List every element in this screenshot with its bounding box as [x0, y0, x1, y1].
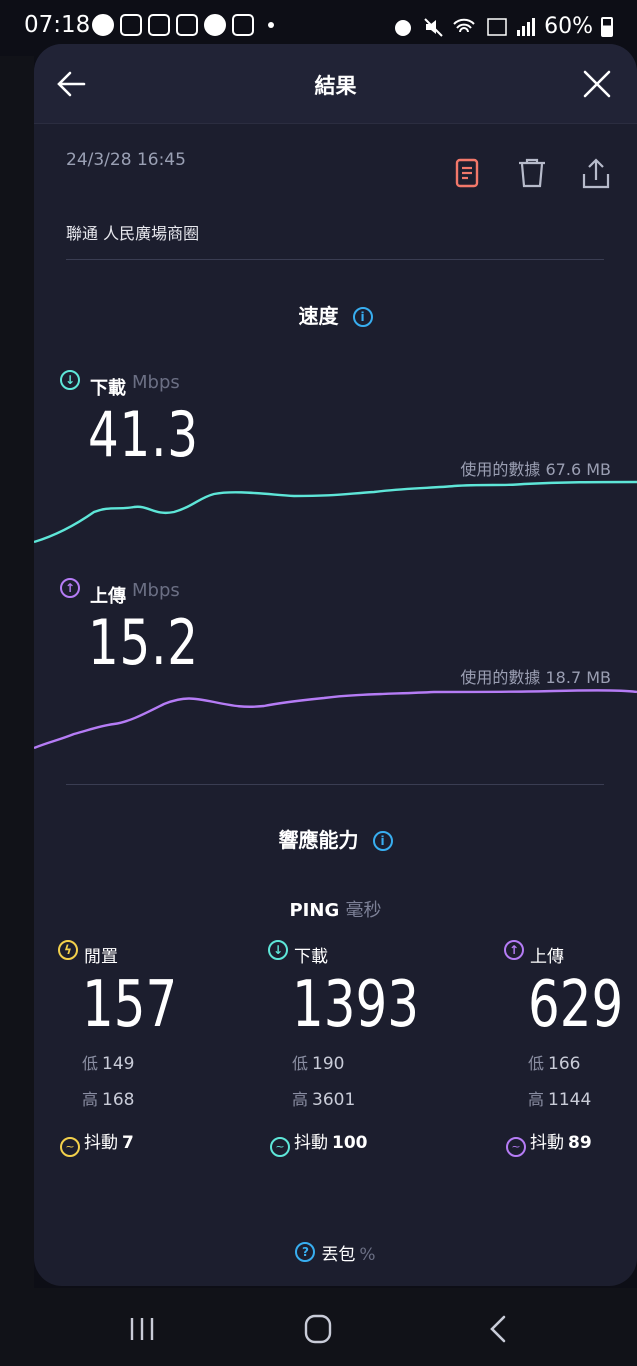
divider: [66, 784, 604, 785]
alarm-icon: [395, 19, 412, 36]
ping-low: 低 190: [292, 1054, 345, 1074]
ping-label: PING: [289, 900, 340, 921]
responsiveness-info-icon[interactable]: i: [372, 831, 393, 851]
battery-percent: 60%: [544, 14, 593, 39]
navigation-bar: [0, 1288, 637, 1366]
upload-speed-graph: [34, 689, 637, 750]
ping-low: 低 166: [528, 1054, 581, 1074]
ping-high: 高 168: [82, 1090, 135, 1110]
ping-low: 低 149: [82, 1054, 135, 1074]
packet-loss-label: 丟包: [321, 1245, 356, 1265]
status-time: 07:18: [24, 12, 91, 38]
status-icons-right: 60%: [392, 14, 613, 39]
download-speed-graph: [34, 480, 637, 544]
speed-info-icon[interactable]: i: [352, 307, 373, 327]
upload-label: 上傳: [90, 586, 126, 607]
ping-column-label: 下載: [294, 947, 328, 967]
ping-column-label: 閒置: [84, 947, 118, 967]
ping-jitter: ~ 抖動 100: [270, 1128, 368, 1157]
jitter-wave-icon: ~: [270, 1137, 290, 1157]
result-sheet: 結果 24/3/28 16:45 聯通 人民廣場商圈 速度 i ↓ 下載 Mbps…: [34, 44, 637, 1286]
jitter-wave-icon: ~: [60, 1137, 80, 1157]
mrt-icon: [120, 14, 142, 36]
background-panel: [0, 56, 34, 1288]
download-unit: Mbps: [132, 372, 180, 393]
volte-icon: [487, 17, 507, 36]
speed-section-title: 速度 i: [34, 300, 637, 329]
instagram-icon: [232, 14, 254, 36]
battery-icon: [601, 16, 613, 37]
ping-value: 1393: [292, 968, 420, 1042]
page-title: 結果: [314, 74, 357, 98]
close-icon[interactable]: [579, 66, 615, 102]
top-bar: 結果: [34, 44, 637, 124]
idle-bolt-icon: ϟ: [58, 940, 78, 960]
download-speed-value: 41.3: [88, 398, 199, 471]
ping-value: 157: [82, 968, 178, 1042]
download-arrow-icon: ↓: [268, 940, 288, 960]
ping-column-label: 上傳: [530, 947, 564, 967]
ping-high: 高 3601: [292, 1090, 356, 1110]
upload-arrow-icon: ↑: [60, 578, 80, 598]
result-datetime: 24/3/28 16:45: [66, 150, 186, 170]
back-button-icon[interactable]: [478, 1312, 518, 1346]
trash-icon[interactable]: [516, 156, 548, 192]
provider-name: 聯通 人民廣場商圈: [66, 224, 200, 243]
speed-title-text: 速度: [298, 304, 339, 328]
dot-icon: [268, 22, 274, 28]
help-icon[interactable]: ?: [295, 1242, 316, 1262]
home-icon: [148, 14, 170, 36]
download-label: 下載: [90, 378, 126, 399]
line-icon: [204, 14, 226, 36]
upload-unit: Mbps: [132, 580, 180, 601]
ping-heading: PING 毫秒: [34, 896, 637, 922]
jitter-wave-icon: ~: [506, 1137, 526, 1157]
ping-jitter: ~ 抖動 7: [60, 1128, 134, 1157]
ping-jitter: ~ 抖動 89: [506, 1128, 592, 1157]
upload-speed-value: 15.2: [88, 606, 199, 679]
recent-apps-icon[interactable]: [122, 1312, 162, 1346]
report-icon[interactable]: [452, 156, 484, 192]
share-icon[interactable]: [580, 156, 612, 192]
ping-high: 高 1144: [528, 1090, 592, 1110]
mute-icon: [424, 17, 443, 37]
ping-unit: 毫秒: [345, 900, 382, 921]
calendar-icon: [176, 14, 198, 36]
ping-value: 629: [528, 968, 624, 1042]
home-button-icon[interactable]: [298, 1312, 338, 1346]
dnd-icon: [92, 14, 114, 36]
upload-arrow-icon: ↑: [504, 940, 524, 960]
packet-loss: ? 丟包%: [34, 1240, 637, 1265]
status-icons-left: [92, 14, 274, 36]
wifi-icon: [453, 18, 475, 32]
responsiveness-title-text: 響應能力: [278, 828, 359, 852]
packet-loss-unit: %: [359, 1245, 376, 1265]
responsiveness-section-title: 響應能力 i: [34, 824, 637, 853]
divider: [66, 259, 604, 260]
signal-icon: [517, 17, 536, 36]
download-arrow-icon: ↓: [60, 370, 80, 390]
